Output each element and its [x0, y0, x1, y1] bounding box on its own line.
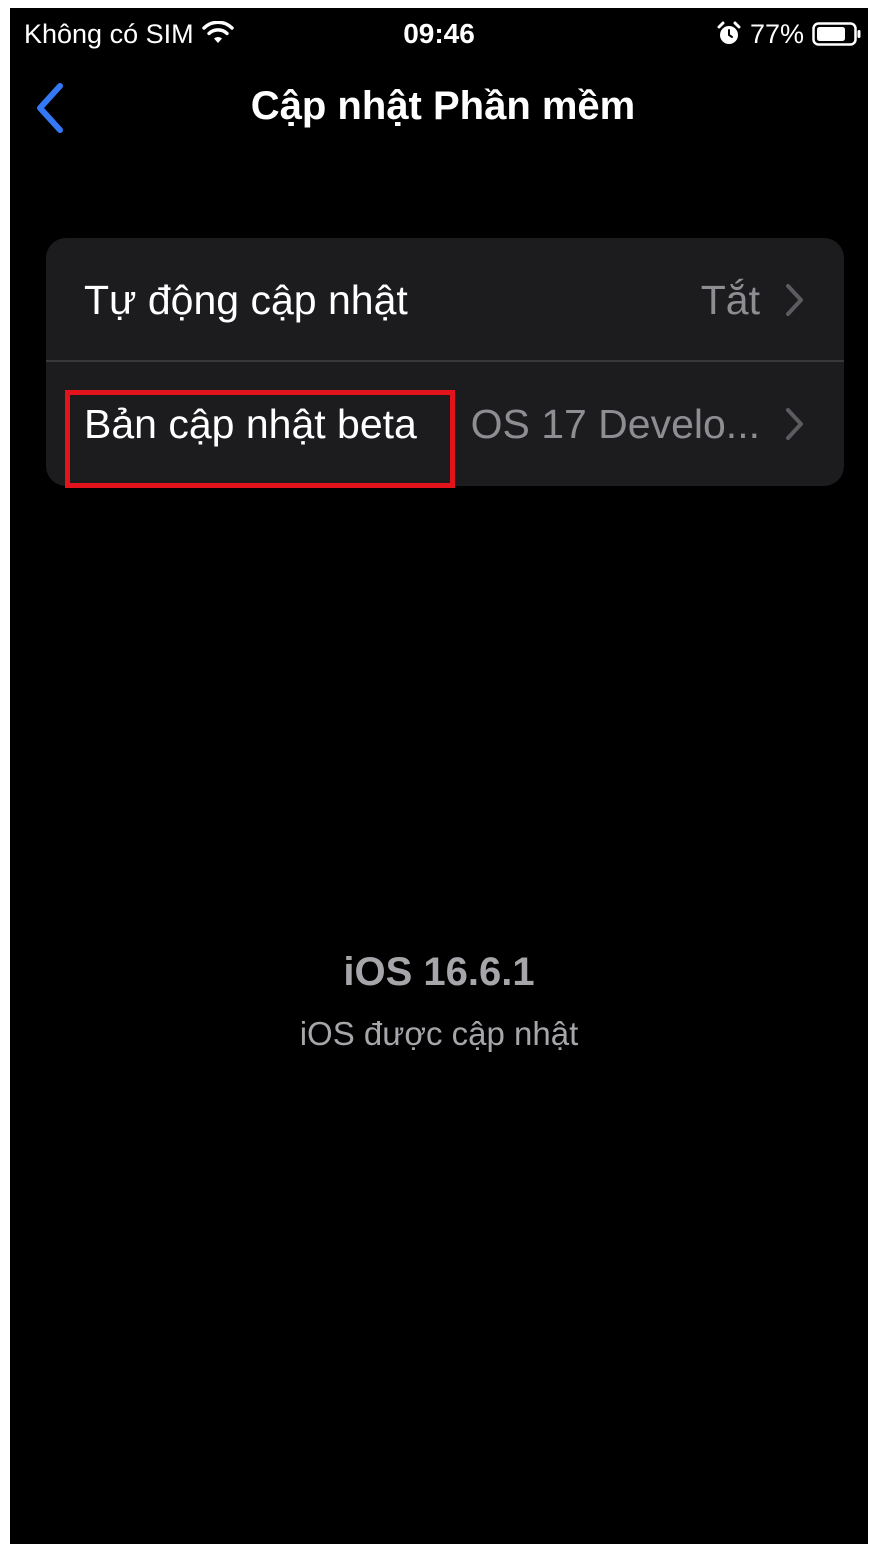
battery-percentage: 77% — [749, 19, 804, 49]
settings-group: Tự động cập nhật Tắt Bản cập nhật beta O… — [46, 238, 844, 486]
battery-icon — [812, 22, 861, 46]
beta-updates-value: OS 17 Develo... — [470, 401, 760, 447]
chevron-right-icon — [786, 284, 803, 316]
screen: Không có SIM 09:46 77% Cập nhật Phần mềm… — [10, 8, 868, 1544]
beta-updates-label: Bản cập nhật beta — [84, 401, 417, 447]
auto-update-value: Tắt — [700, 277, 760, 323]
status-right: 77% — [716, 18, 862, 50]
page-title: Cập nhật Phần mềm — [250, 84, 636, 128]
beta-updates-row[interactable]: Bản cập nhật beta OS 17 Develo... — [46, 362, 844, 486]
alarm-icon — [717, 21, 741, 44]
chevron-right-icon — [786, 408, 803, 440]
ios-version-title: iOS 16.6.1 — [343, 950, 535, 994]
auto-update-label: Tự động cập nhật — [84, 277, 408, 323]
auto-update-row[interactable]: Tự động cập nhật Tắt — [46, 238, 844, 362]
ios-status-subtitle: iOS được cập nhật — [299, 1015, 579, 1052]
status-bar: Không có SIM 09:46 77% — [10, 8, 868, 60]
